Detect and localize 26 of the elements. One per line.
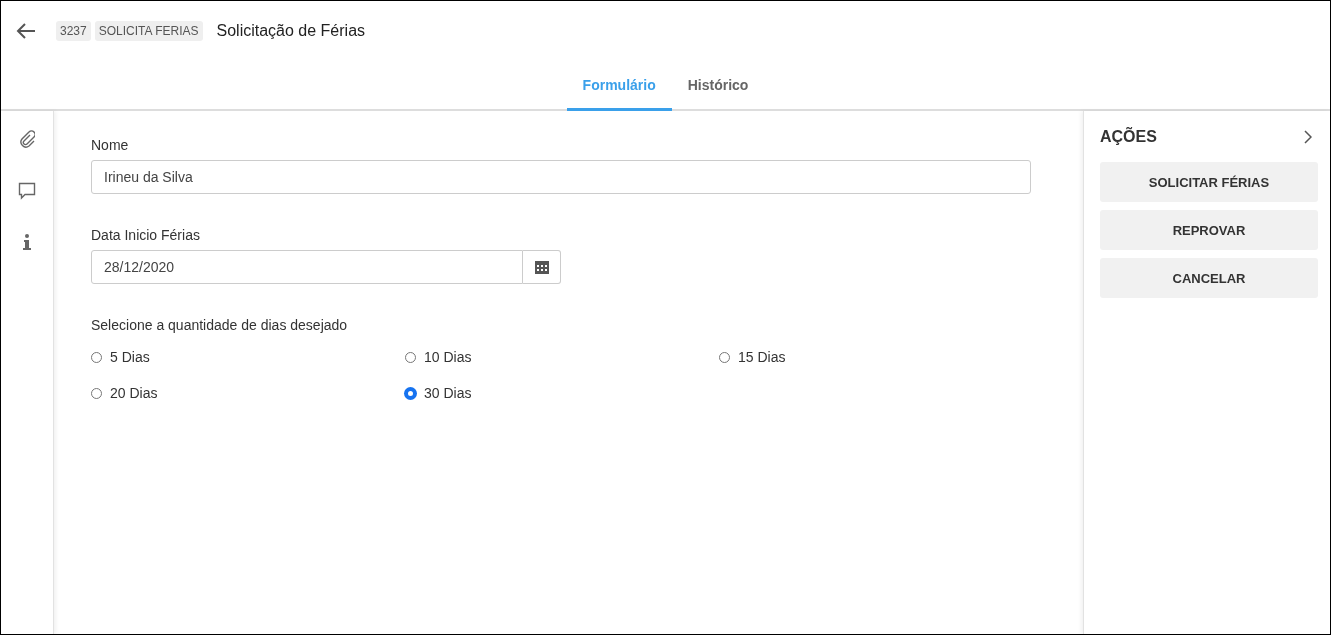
chevron-right-icon[interactable]	[1304, 130, 1312, 144]
field-label: Nome	[91, 137, 130, 153]
date-field[interactable]: 28/12/2020	[91, 250, 523, 284]
field-label: Selecione a quantidade de dias desejado	[91, 317, 349, 333]
process-tag: SOLICITA FERIAS	[94, 21, 203, 41]
radio-button[interactable]	[405, 387, 416, 399]
tab[interactable]: Histórico	[671, 61, 765, 111]
radio-option[interactable]: 5 Dias	[91, 349, 405, 365]
radio-option[interactable]: 30 Dias	[405, 385, 719, 401]
number-tag: 3237	[56, 21, 91, 41]
paperclip-icon[interactable]	[19, 130, 35, 148]
radio-option[interactable]: 20 Dias	[91, 385, 405, 401]
calendar-button[interactable]	[523, 250, 561, 284]
calendar-icon[interactable]	[534, 260, 549, 274]
page-title: Solicitação de Férias	[216, 22, 366, 40]
panel-title: AÇÕES	[1100, 128, 1157, 146]
action-button[interactable]: CANCELAR	[1100, 258, 1318, 298]
name-field[interactable]: Irineu da Silva	[91, 160, 1031, 194]
action-button[interactable]: SOLICITAR FÉRIAS	[1100, 162, 1318, 202]
field-label: Data Inicio Férias	[91, 227, 201, 243]
action-button[interactable]: REPROVAR	[1100, 210, 1318, 250]
info-icon[interactable]	[23, 234, 31, 250]
back-arrow-icon[interactable]	[16, 23, 36, 39]
speech-bubble-icon[interactable]	[18, 182, 36, 200]
radio-option[interactable]: 15 Dias	[719, 349, 1033, 365]
radio-option[interactable]: 10 Dias	[405, 349, 719, 365]
